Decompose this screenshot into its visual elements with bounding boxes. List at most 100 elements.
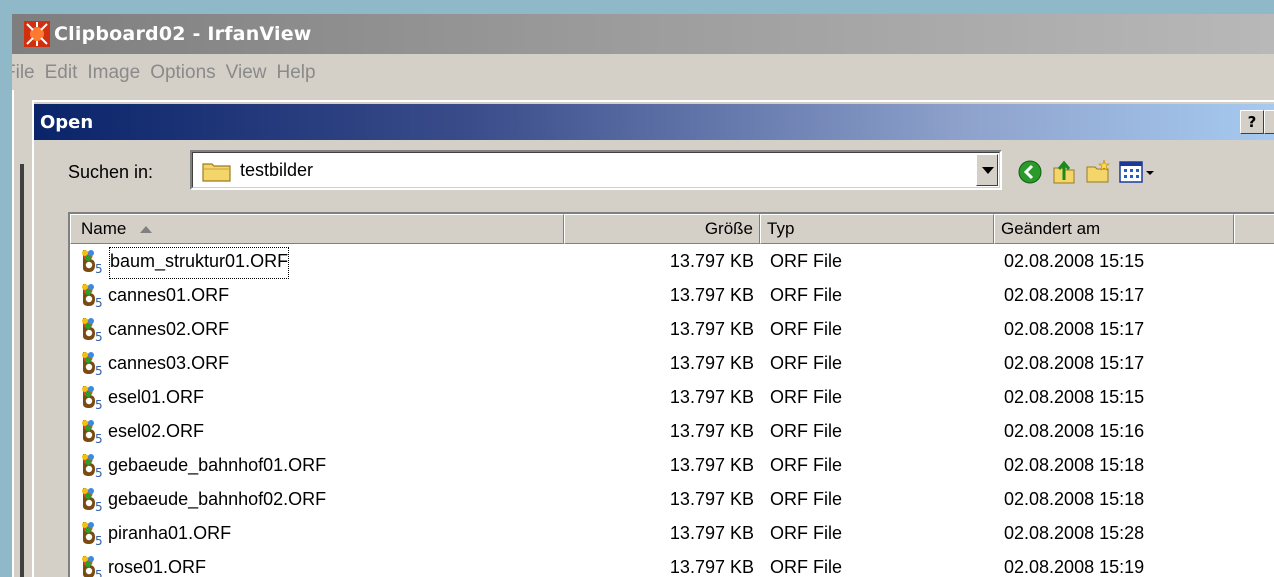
file-size: 13.797 KB <box>669 387 754 407</box>
dialog-title: Open <box>40 111 94 133</box>
look-in-label: Suchen in: <box>68 162 154 182</box>
file-type: ORF File <box>770 319 842 339</box>
file-size: 13.797 KB <box>669 251 754 271</box>
irfanview-window: Clipboard02 - IrfanView File Edit Image … <box>12 14 1274 577</box>
close-button[interactable] <box>1264 110 1274 134</box>
file-modified: 02.08.2008 15:18 <box>1004 455 1145 475</box>
file-type: ORF File <box>770 523 842 543</box>
file-list[interactable]: Name Größe Typ Geändert am 5 baum_struktu… <box>68 212 1274 577</box>
open-dialog: Open ? Suchen in: testbilder Name Größe … <box>32 100 1274 577</box>
file-size: 13.797 KB <box>669 353 754 373</box>
orf-file-icon: 5 <box>80 554 106 577</box>
orf-file-icon: 5 <box>80 452 106 480</box>
file-name: baum_struktur01.ORF <box>108 246 290 280</box>
menu-edit[interactable]: Edit <box>45 62 88 84</box>
file-modified: 02.08.2008 15:15 <box>1004 251 1145 271</box>
orf-file-icon: 5 <box>80 418 106 446</box>
table-row[interactable]: 5 cannes02.ORF 13.797 KB ORF File 02.08.2008… <box>70 312 1274 346</box>
file-type: ORF File <box>770 455 842 475</box>
sort-asc-icon <box>140 226 153 234</box>
svg-text:5: 5 <box>95 568 103 577</box>
file-size: 13.797 KB <box>669 421 754 441</box>
menu-image[interactable]: Image <box>87 62 150 84</box>
scroll-edge <box>20 164 24 577</box>
svg-text:5: 5 <box>95 398 103 410</box>
title-bar[interactable]: Clipboard02 - IrfanView <box>12 14 1274 54</box>
orf-file-icon: 5 <box>80 248 106 276</box>
list-header: Name Größe Typ Geändert am <box>70 214 1274 244</box>
file-size: 13.797 KB <box>669 455 754 475</box>
file-modified: 02.08.2008 15:15 <box>1004 387 1145 407</box>
chevron-down-icon[interactable] <box>976 154 998 186</box>
look-in-value: testbilder <box>240 160 314 180</box>
svg-text:5: 5 <box>95 262 103 274</box>
irfanview-icon <box>24 21 50 47</box>
view-menu-icon[interactable] <box>1118 158 1158 186</box>
window-edge <box>12 90 14 577</box>
file-type: ORF File <box>770 557 842 577</box>
window-title: Clipboard02 - IrfanView <box>54 23 312 45</box>
file-modified: 02.08.2008 15:18 <box>1004 489 1145 509</box>
new-folder-icon[interactable] <box>1084 158 1112 186</box>
orf-file-icon: 5 <box>80 486 106 514</box>
file-size: 13.797 KB <box>669 557 754 577</box>
folder-icon <box>202 163 231 182</box>
file-name: cannes01.ORF <box>108 285 230 305</box>
header-type[interactable]: Typ <box>760 214 994 244</box>
file-modified: 02.08.2008 15:17 <box>1004 285 1145 305</box>
combo-frame <box>192 152 1000 188</box>
orf-file-icon: 5 <box>80 282 106 310</box>
file-modified: 02.08.2008 15:28 <box>1004 523 1145 543</box>
file-type: ORF File <box>770 489 842 509</box>
svg-text:5: 5 <box>95 330 103 342</box>
menu-view[interactable]: View <box>226 62 277 84</box>
file-name: gebaeude_bahnhof02.ORF <box>108 489 327 509</box>
header-modified[interactable]: Geändert am <box>994 214 1234 244</box>
file-name: cannes02.ORF <box>108 319 230 339</box>
orf-file-icon: 5 <box>80 520 106 548</box>
table-row[interactable]: 5 esel02.ORF 13.797 KB ORF File 02.08.2008 1… <box>70 414 1274 448</box>
menu-help[interactable]: Help <box>277 62 326 84</box>
svg-text:5: 5 <box>95 500 103 512</box>
up-folder-icon[interactable] <box>1050 158 1078 186</box>
file-size: 13.797 KB <box>669 523 754 543</box>
svg-text:5: 5 <box>95 432 103 444</box>
svg-text:5: 5 <box>95 534 103 546</box>
table-row[interactable]: 5 baum_struktur01.ORF 13.797 KB ORF File 02.… <box>70 244 1274 280</box>
dialog-title-bar[interactable]: Open ? <box>34 104 1274 140</box>
menu-file[interactable]: File <box>12 62 45 84</box>
help-button[interactable]: ? <box>1240 110 1264 134</box>
header-filler <box>1234 214 1274 244</box>
file-type: ORF File <box>770 353 842 373</box>
look-in-combobox[interactable]: testbilder <box>190 150 1002 190</box>
file-name: esel02.ORF <box>108 421 205 441</box>
header-size[interactable]: Größe <box>564 214 760 244</box>
file-size: 13.797 KB <box>669 319 754 339</box>
svg-text:5: 5 <box>95 296 103 308</box>
header-name[interactable]: Name <box>70 214 564 244</box>
table-row[interactable]: 5 cannes01.ORF 13.797 KB ORF File 02.08.2008… <box>70 278 1274 312</box>
orf-file-icon: 5 <box>80 350 106 378</box>
file-size: 13.797 KB <box>669 285 754 305</box>
file-size: 13.797 KB <box>669 489 754 509</box>
file-name: esel01.ORF <box>108 387 205 407</box>
file-name: cannes03.ORF <box>108 353 230 373</box>
table-row[interactable]: 5 gebaeude_bahnhof01.ORF 13.797 KB ORF File… <box>70 448 1274 482</box>
menu-bar: File Edit Image Options View Help <box>12 58 1274 88</box>
table-row[interactable]: 5 piranha01.ORF 13.797 KB ORF File 02.08.200… <box>70 516 1274 550</box>
orf-file-icon: 5 <box>80 316 106 344</box>
file-modified: 02.08.2008 15:17 <box>1004 353 1145 373</box>
file-name: gebaeude_bahnhof01.ORF <box>108 455 327 475</box>
back-icon[interactable] <box>1016 158 1044 186</box>
table-row[interactable]: 5 cannes03.ORF 13.797 KB ORF File 02.08.2008… <box>70 346 1274 380</box>
table-row[interactable]: 5 esel01.ORF 13.797 KB ORF File 02.08.2008 1… <box>70 380 1274 414</box>
file-modified: 02.08.2008 15:19 <box>1004 557 1145 577</box>
table-row[interactable]: 5 gebaeude_bahnhof02.ORF 13.797 KB ORF File… <box>70 482 1274 516</box>
file-modified: 02.08.2008 15:16 <box>1004 421 1145 441</box>
file-type: ORF File <box>770 285 842 305</box>
table-row[interactable]: 5 rose01.ORF 13.797 KB ORF File 02.08.2008 1… <box>70 550 1274 577</box>
file-type: ORF File <box>770 421 842 441</box>
file-name: piranha01.ORF <box>108 523 232 543</box>
menu-options[interactable]: Options <box>150 62 225 84</box>
file-modified: 02.08.2008 15:17 <box>1004 319 1145 339</box>
